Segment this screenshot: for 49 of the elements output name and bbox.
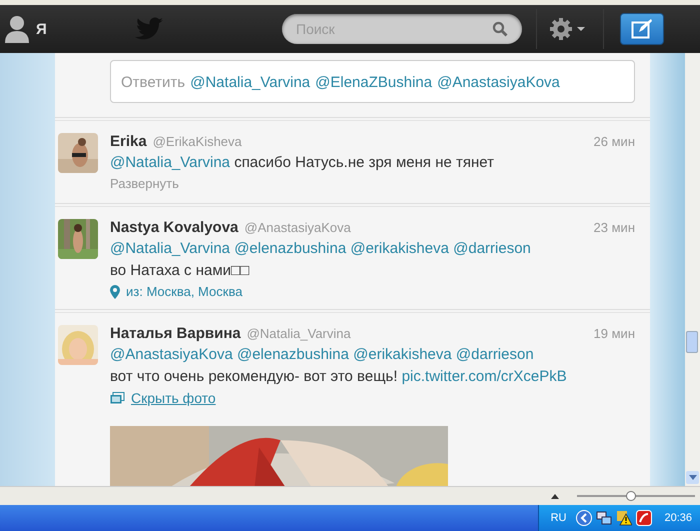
down-arrow-icon	[688, 475, 696, 480]
expand-link[interactable]: Развернуть	[110, 176, 179, 191]
mention-link[interactable]: @darrieson	[453, 240, 531, 257]
compose-icon	[631, 19, 653, 39]
zoom-slider[interactable]	[577, 490, 695, 502]
photo-icon	[110, 392, 125, 404]
author-name[interactable]: Erika	[110, 133, 147, 150]
tweet-time[interactable]: 26 мин	[594, 134, 635, 149]
author-name[interactable]: Nastya Kovalyova	[110, 219, 238, 236]
tweet-text: @Natalia_Varvina спасибо Натусь.не зря меня не тянет	[110, 153, 495, 173]
scroll-down-button[interactable]	[686, 471, 699, 484]
mention-link[interactable]: @erikakisheva	[353, 346, 452, 363]
location-link[interactable]: из: Москва, Москва	[126, 284, 242, 299]
location-pin-icon	[110, 284, 120, 298]
author-handle[interactable]: @ErikaKisheva	[152, 134, 242, 149]
mention-link[interactable]: @elenazbushina	[236, 346, 349, 363]
scrollbar[interactable]	[685, 53, 700, 486]
tweet-text: @Natalia_Varvina @elenazbushina @erikakisheva @darrieson во Натаха с нами□□	[110, 239, 532, 281]
mention-link[interactable]: @AnastasiyaKova	[110, 346, 233, 363]
mention-link[interactable]: @Natalia_Varvina	[110, 240, 230, 257]
settings-icon	[549, 17, 587, 41]
tweet-time[interactable]: 19 мин	[594, 326, 635, 341]
mention-link[interactable]: @erikakisheva	[350, 240, 449, 257]
up-arrow-icon[interactable]	[551, 494, 559, 498]
mention-link[interactable]: @Natalia_Varvina	[110, 154, 230, 171]
antivirus-icon[interactable]	[636, 510, 652, 526]
mention-link[interactable]: @elenazbushina	[234, 240, 346, 257]
hide-photo-link[interactable]: Скрыть фото	[131, 390, 216, 406]
language-indicator[interactable]: RU	[550, 512, 566, 524]
tweet-time[interactable]: 23 мин	[594, 220, 635, 235]
author-name[interactable]: Наталья Варвина	[110, 325, 241, 342]
mention-link[interactable]: @Natalia_Varvina	[190, 74, 310, 91]
mention-link[interactable]: @ElenaZBushina	[315, 74, 432, 91]
me-label[interactable]: Я	[36, 20, 47, 38]
tweet-text: @AnastasiyaKova @elenazbushina @erikakisheva @darrieson вот что очень рекомендую- вот это вещь! pic.twitter.com/crXcePkB	[110, 345, 568, 387]
compose-button[interactable]	[620, 13, 664, 45]
author-handle[interactable]: @Natalia_Varvina	[246, 326, 351, 341]
network-icon[interactable]	[596, 510, 612, 526]
chevron-icon[interactable]	[576, 510, 592, 526]
warning-icon[interactable]	[616, 510, 632, 526]
scroll-thumb[interactable]	[686, 331, 698, 353]
mention-link[interactable]: @AnastasiyaKova	[437, 74, 560, 91]
reply-field[interactable]: Ответить @Natalia_Varvina @ElenaZBushina @AnastasiyaKova	[110, 60, 635, 103]
search-icon[interactable]	[492, 21, 508, 37]
photo-link[interactable]: pic.twitter.com/crXcePkB	[402, 368, 567, 385]
author-handle[interactable]: @AnastasiyaKova	[244, 220, 351, 235]
user-icon[interactable]	[4, 15, 30, 43]
clock[interactable]: 20:36	[664, 512, 692, 524]
mention-link[interactable]: @darrieson	[456, 346, 534, 363]
